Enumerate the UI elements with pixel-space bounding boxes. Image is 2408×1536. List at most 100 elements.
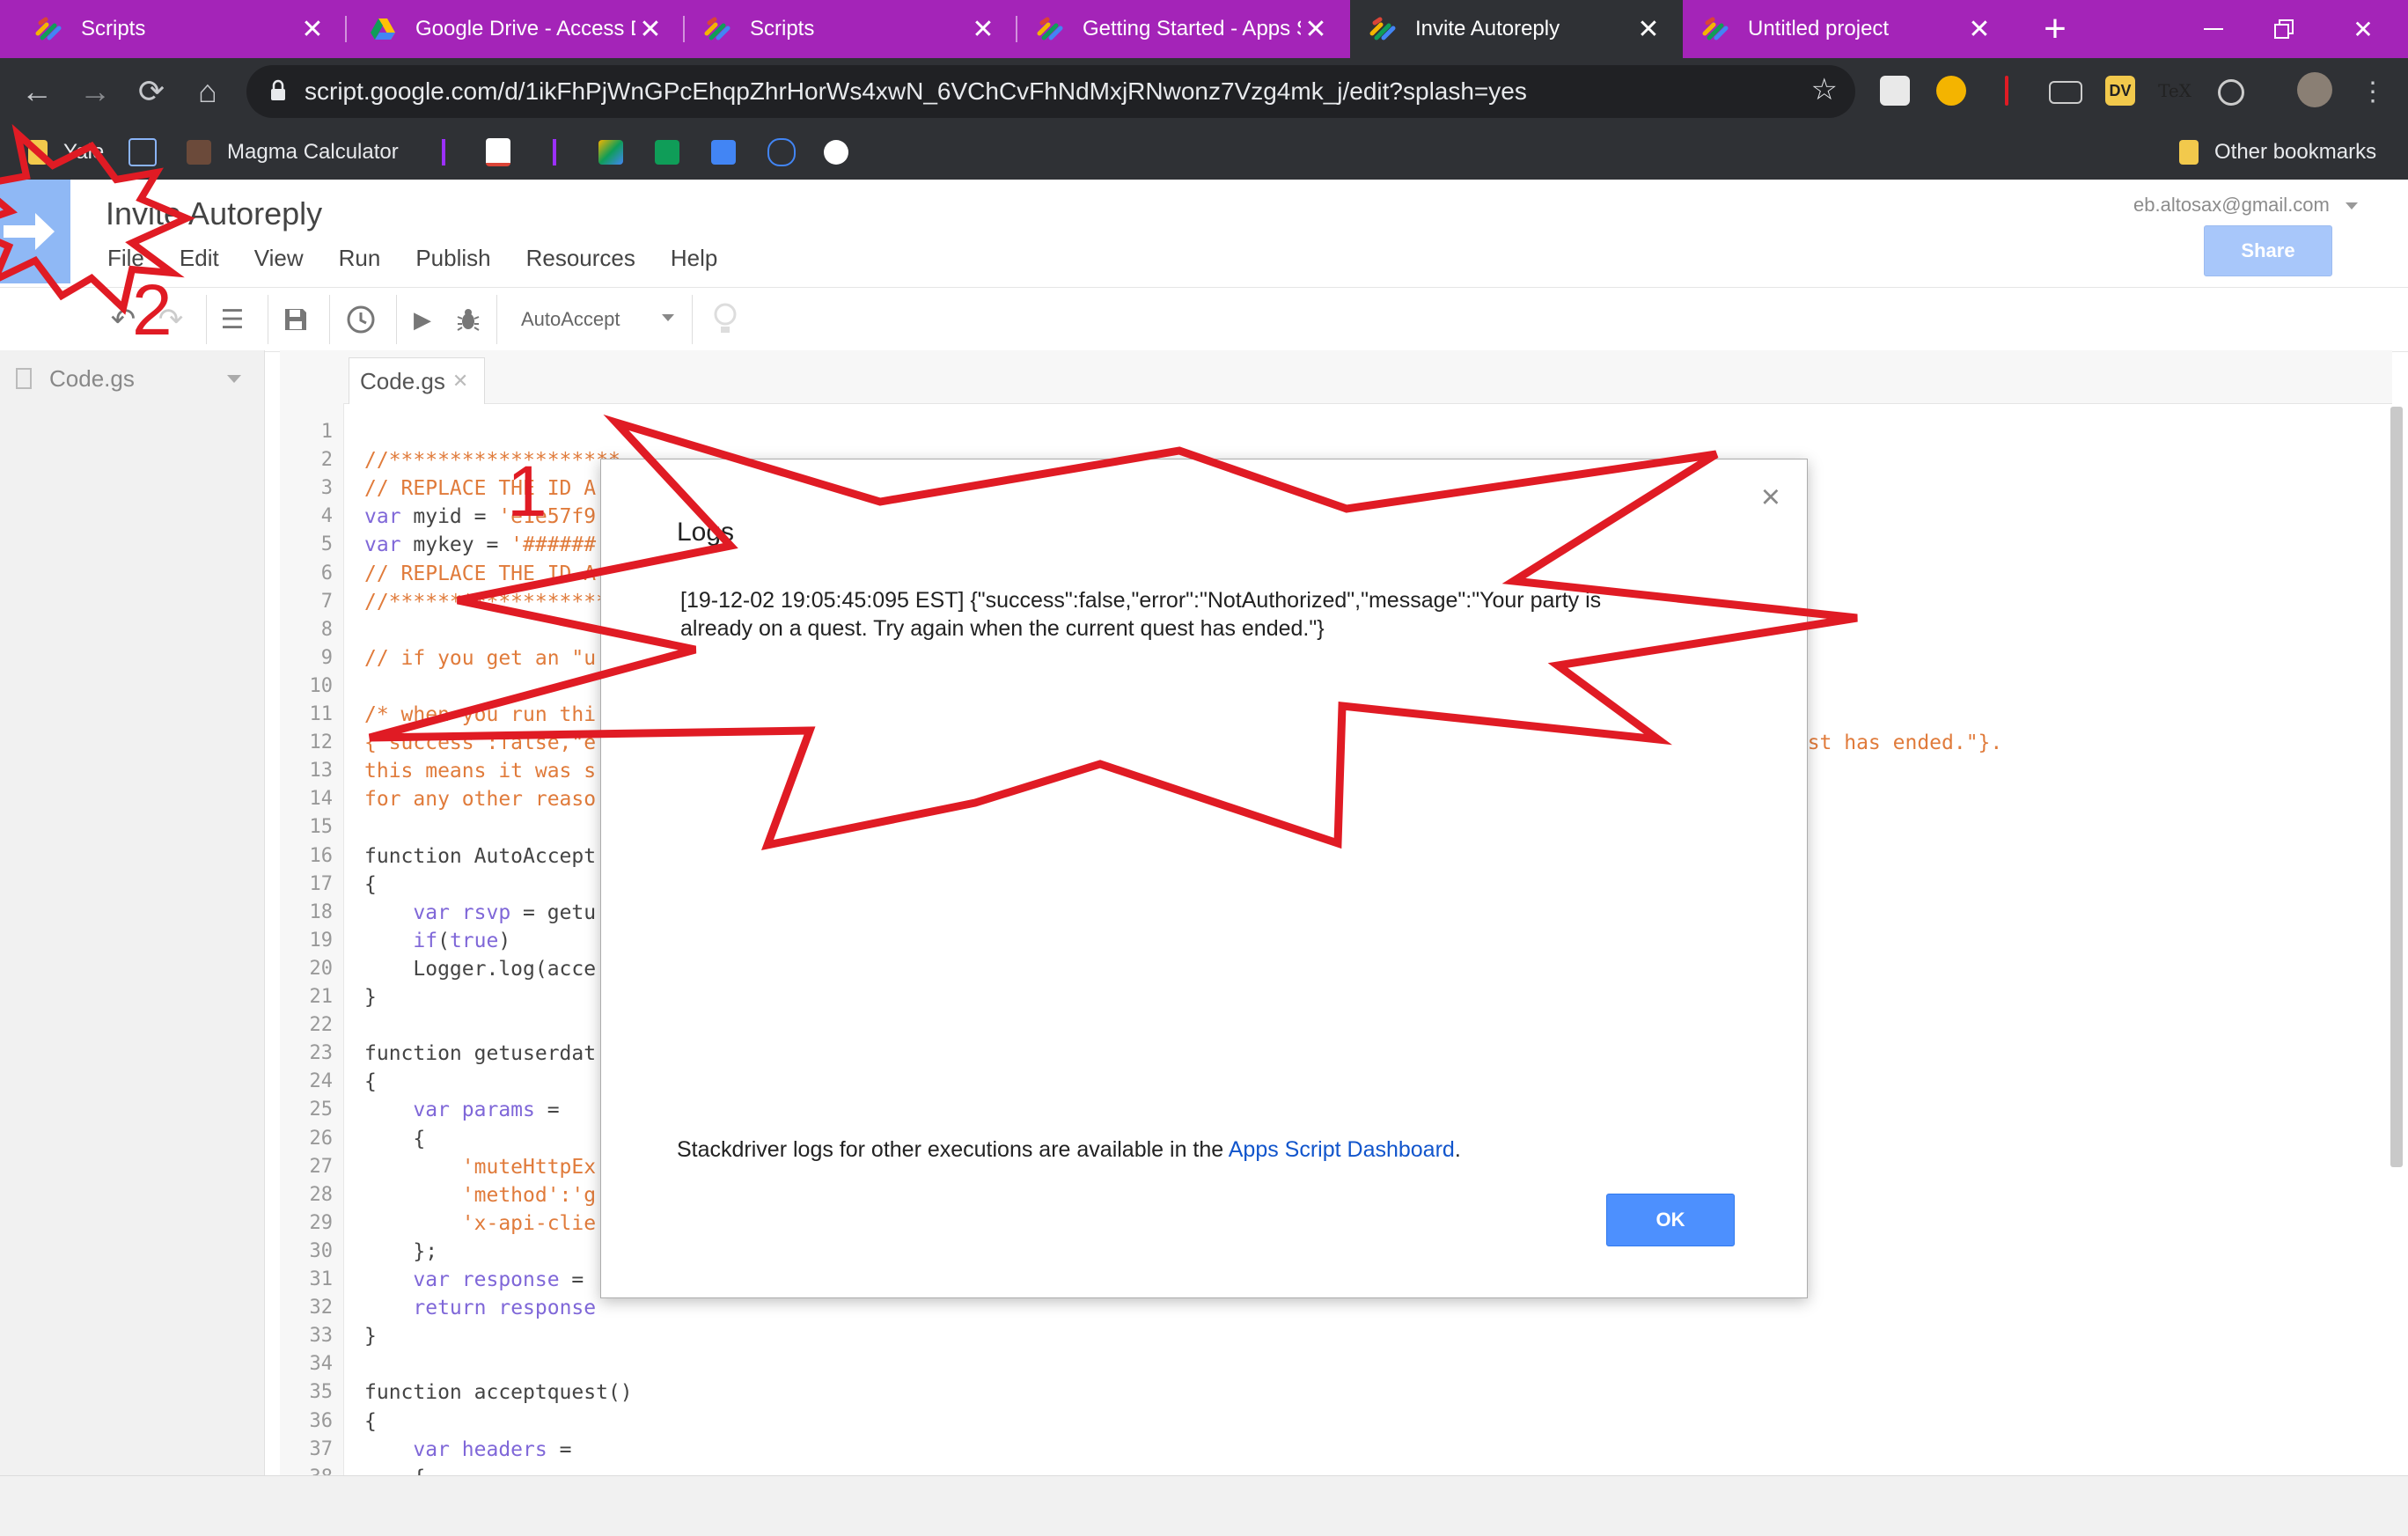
extension-slides-icon[interactable] <box>1880 76 1910 106</box>
extension-red-bar-icon[interactable] <box>2005 76 2008 106</box>
apps-script-dashboard-link[interactable]: Apps Script Dashboard <box>1229 1137 1455 1162</box>
gmail-icon <box>486 138 510 166</box>
line-number: 15 <box>309 816 334 839</box>
line-number: 7 <box>320 590 333 613</box>
code-line: if(true) <box>413 929 511 952</box>
bookmark-yale[interactable]: Yale <box>28 125 104 180</box>
bookmark-cloud[interactable] <box>767 125 811 180</box>
ok-button[interactable]: OK <box>1606 1194 1735 1246</box>
line-number: 32 <box>309 1297 334 1319</box>
project-title[interactable]: Invite Autoreply <box>106 195 322 232</box>
cloud-icon <box>767 138 796 166</box>
reload-icon[interactable]: ⟳ <box>128 69 174 114</box>
home-icon[interactable]: ⌂ <box>185 69 231 114</box>
close-tab-icon[interactable]: ✕ <box>1964 14 1994 45</box>
extension-window-icon[interactable] <box>2049 81 2082 104</box>
address-bar[interactable]: script.google.com/d/1ikFhPjWnGPcEhqpZhrH… <box>246 65 1855 118</box>
menu-edit[interactable]: Edit <box>180 245 219 272</box>
code-line: 'muteHttpEx <box>364 1155 597 1179</box>
close-icon[interactable]: × <box>1761 479 1780 517</box>
other-bookmarks[interactable]: Other bookmarks <box>2179 125 2376 180</box>
line-number: 1 <box>320 421 333 443</box>
profile-avatar[interactable] <box>2297 72 2332 107</box>
line-number: 11 <box>309 703 334 725</box>
toolbar-divider <box>206 295 207 344</box>
close-icon[interactable]: ✕ <box>452 370 468 393</box>
line-number: 19 <box>309 929 334 952</box>
forward-arrow-icon[interactable]: → <box>72 69 118 114</box>
close-tab-icon[interactable]: ✕ <box>1301 14 1331 45</box>
bookmark-magma-calculator[interactable]: Magma Calculator <box>187 125 399 180</box>
apps-script-favicon-icon <box>35 17 62 40</box>
browser-tab[interactable]: Scripts ✕ <box>685 0 1017 58</box>
menu-resources[interactable]: Resources <box>526 245 635 272</box>
bookmark-apps-script[interactable] <box>598 125 639 180</box>
menu-help[interactable]: Help <box>671 245 717 272</box>
apps-script-logo[interactable] <box>0 180 70 283</box>
editor-scrollbar[interactable] <box>2390 407 2403 1167</box>
line-number: 27 <box>309 1155 334 1178</box>
function-select[interactable]: AutoAccept <box>500 297 685 342</box>
line-number: 3 <box>320 477 333 500</box>
menu-file[interactable]: File <box>107 245 144 272</box>
editor-tab-code-gs[interactable]: Code.gs ✕ <box>349 357 486 404</box>
bookmark-home[interactable] <box>128 125 173 180</box>
editor-toolbar: ↶ ↷ ☰ ▶ AutoAccept <box>0 287 2408 352</box>
bookmark-docs[interactable] <box>711 125 752 180</box>
menu-run[interactable]: Run <box>339 245 381 272</box>
code-line: function getuserdat <box>364 1042 597 1066</box>
file-item-code-gs[interactable]: Code.gs <box>16 363 246 394</box>
apps-script-icon <box>598 140 623 165</box>
tab-title: Google Drive - Access D <box>415 17 635 40</box>
code-line: // if you get an "u <box>364 646 597 670</box>
back-arrow-icon[interactable]: ← <box>14 69 60 114</box>
line-number: 25 <box>309 1099 334 1121</box>
save-icon[interactable] <box>275 298 317 341</box>
code-line: return response <box>413 1297 597 1320</box>
chevron-down-icon <box>662 314 674 321</box>
bookmark-sheets[interactable] <box>655 125 695 180</box>
extension-chrome-icon[interactable] <box>1936 76 1966 106</box>
new-tab-button[interactable]: + <box>2015 0 2095 58</box>
restore-window-icon[interactable] <box>2244 0 2324 58</box>
bookmark-globe[interactable] <box>824 125 864 180</box>
close-tab-icon[interactable]: ✕ <box>1633 14 1663 45</box>
other-bookmarks-label: Other bookmarks <box>2214 140 2377 164</box>
indent-icon[interactable]: ☰ <box>211 298 253 341</box>
code-line: 'x-api-clie <box>364 1211 597 1235</box>
browser-tab[interactable]: Scripts ✕ <box>0 0 347 58</box>
line-number: 30 <box>309 1239 334 1262</box>
browser-tab[interactable]: Google Drive - Access D ✕ <box>347 0 685 58</box>
browser-tab[interactable]: Untitled project ✕ <box>1683 0 2014 58</box>
code-line: Logger.log(acce <box>364 957 597 981</box>
menu-view[interactable]: View <box>254 245 304 272</box>
browser-tab-active[interactable]: Invite Autoreply ✕ <box>1350 0 1683 58</box>
bookmark-star-icon[interactable]: ☆ <box>1811 72 1838 107</box>
tab-title: Invite Autoreply <box>1415 17 1560 40</box>
chevron-down-icon[interactable] <box>227 375 241 383</box>
triggers-clock-icon[interactable] <box>340 298 382 341</box>
bookmark-gmail[interactable] <box>486 125 526 180</box>
close-tab-icon[interactable]: ✕ <box>635 14 665 45</box>
line-number: 34 <box>309 1353 334 1376</box>
extension-circle-icon[interactable] <box>2218 79 2244 106</box>
run-play-icon[interactable]: ▶ <box>401 298 444 341</box>
menu-publish[interactable]: Publish <box>415 245 490 272</box>
code-line: var response = <box>413 1268 584 1291</box>
extension-tex-icon[interactable]: TeX <box>2158 76 2191 106</box>
share-button[interactable]: Share <box>2204 225 2332 276</box>
file-icon <box>16 368 32 389</box>
line-number: 9 <box>320 646 333 669</box>
debug-bug-icon[interactable] <box>447 298 489 341</box>
account-email-text: eb.altosax@gmail.com <box>2133 194 2330 216</box>
extension-dv-icon[interactable]: DV <box>2105 76 2135 106</box>
close-tab-icon[interactable]: ✕ <box>297 14 327 45</box>
home-bookmark-icon <box>128 138 157 166</box>
minimize-window-icon[interactable] <box>2174 0 2253 58</box>
account-email[interactable]: eb.altosax@gmail.com <box>2133 194 2358 217</box>
close-window-icon[interactable]: ✕ <box>2324 0 2403 58</box>
chrome-menu-icon[interactable]: ⋮ <box>2350 69 2396 114</box>
lightbulb-icon[interactable] <box>704 298 746 341</box>
close-tab-icon[interactable]: ✕ <box>968 14 998 45</box>
browser-tab[interactable]: Getting Started - Apps S ✕ <box>1017 0 1350 58</box>
